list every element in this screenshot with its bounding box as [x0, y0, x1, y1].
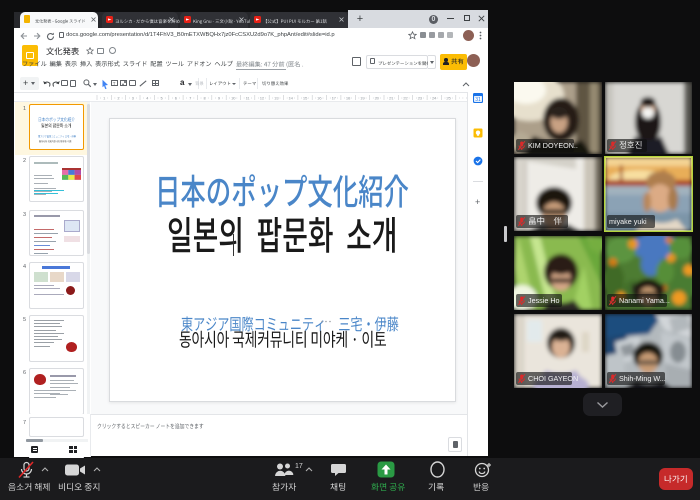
svg-text:19: 19: [360, 96, 365, 101]
svg-text:9: 9: [218, 96, 221, 101]
svg-text:3: 3: [132, 96, 135, 101]
svg-text:16: 16: [317, 96, 322, 101]
svg-text:15: 15: [303, 96, 308, 101]
svg-text:5: 5: [160, 96, 163, 101]
svg-text:23: 23: [418, 96, 423, 101]
svg-text:22: 22: [403, 96, 408, 101]
svg-text:10: 10: [231, 96, 236, 101]
svg-text:12: 12: [260, 96, 265, 101]
svg-text:4: 4: [146, 96, 149, 101]
svg-text:11: 11: [246, 96, 251, 101]
svg-text:13: 13: [274, 96, 279, 101]
svg-text:21: 21: [389, 96, 394, 101]
svg-text:17: 17: [332, 96, 337, 101]
svg-text:20: 20: [375, 96, 380, 101]
svg-text:25: 25: [446, 96, 451, 101]
svg-text:24: 24: [432, 96, 437, 101]
svg-text:31: 31: [475, 97, 481, 103]
svg-text:8: 8: [203, 96, 206, 101]
svg-text:2: 2: [117, 96, 120, 101]
svg-text:6: 6: [175, 96, 178, 101]
svg-text:1: 1: [103, 96, 106, 101]
svg-text:18: 18: [346, 96, 351, 101]
svg-text:14: 14: [288, 96, 293, 101]
svg-text:7: 7: [189, 96, 192, 101]
